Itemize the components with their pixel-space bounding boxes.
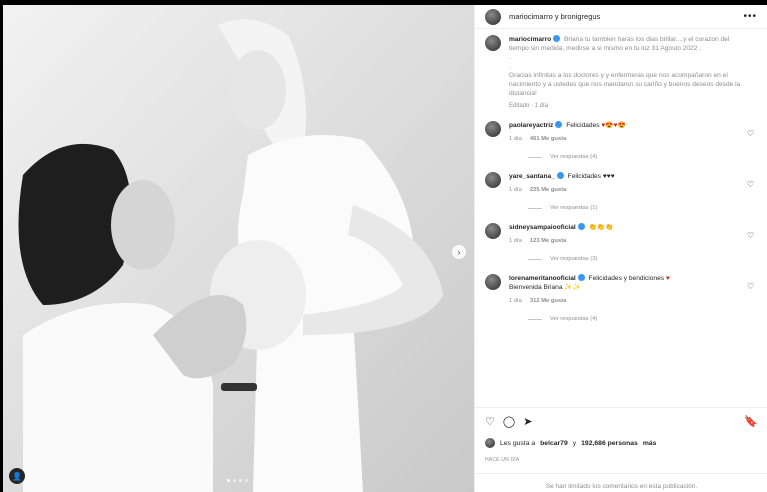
view-replies-button[interactable]: Ver respuestas (1): [528, 205, 754, 211]
post-actions: ♡ ◯ ➤ 🔖: [475, 407, 767, 429]
caption-meta: Editado · 1 día: [509, 103, 549, 109]
verified-badge-icon: [577, 223, 585, 230]
comment-emoji: 👏👏👏: [588, 224, 614, 231]
more-options-icon[interactable]: •••: [743, 11, 757, 22]
post-modal: › 👤 mariocimarro y bronigregus ••• mario…: [3, 5, 767, 492]
like-comment-icon[interactable]: ♡: [747, 180, 754, 189]
caption-dot: .: [509, 54, 511, 61]
comment-username[interactable]: lorenameritanooficial: [509, 275, 576, 282]
comment-emoji: ♥♥♥: [602, 173, 615, 180]
comment-text: Felicidades y bendiciones: [588, 275, 665, 282]
like-comment-icon[interactable]: ♡: [747, 231, 754, 240]
like-comment-icon[interactable]: ♡: [747, 282, 754, 291]
carousel-dot: [239, 479, 242, 482]
comment-emoji: ♥😍♥😍: [601, 122, 626, 129]
comment-username[interactable]: sidneysampaiooficial: [509, 224, 576, 231]
view-replies-label: Ver respuestas (4): [550, 316, 598, 322]
comment-item: yare_santana_ Felicidades ♥♥♥ 1 día 225 …: [485, 172, 754, 195]
comment-text-line-2: Bienvenida Briana ✨✨: [509, 284, 581, 291]
tagged-users-icon[interactable]: 👤: [9, 468, 25, 484]
comment-likes[interactable]: 461 Me gusta: [530, 135, 566, 144]
commenter-avatar[interactable]: [485, 223, 501, 239]
commenter-avatar[interactable]: [485, 172, 501, 188]
comment-time: 1 día: [509, 238, 522, 244]
comment-username[interactable]: paolareyactriz: [509, 122, 553, 129]
screenshot-frame: › 👤 mariocimarro y bronigregus ••• mario…: [0, 0, 767, 492]
comment-text: Felicidades: [566, 122, 600, 129]
carousel-dot: [233, 479, 236, 482]
comments-limited-notice: Se han limitado los comentarios en esta …: [475, 473, 767, 490]
like-icon[interactable]: ♡: [485, 415, 495, 428]
comment-likes[interactable]: 312 Me gusta: [530, 297, 566, 306]
comment-item: sidneysampaiooficial 👏👏👏 1 día 123 Me gu…: [485, 223, 754, 246]
caption-text-2: Gracias infinitas a los doctores y y enf…: [509, 72, 741, 97]
comment-meta: 1 día 461 Me gusta: [509, 135, 729, 144]
likes-count[interactable]: 192,686 personas: [581, 440, 638, 447]
comment-meta: 1 día 225 Me gusta: [509, 186, 729, 195]
comment-time: 1 día: [509, 187, 522, 193]
view-replies-button[interactable]: Ver respuestas (4): [528, 154, 754, 160]
comment-icon[interactable]: ◯: [503, 415, 515, 428]
carousel-dot: [245, 479, 248, 482]
author-avatar[interactable]: [485, 8, 501, 25]
liker-avatar: [485, 438, 495, 448]
photo-illustration: [3, 5, 474, 492]
view-replies-label: Ver respuestas (1): [550, 205, 598, 211]
carousel-dot: [227, 479, 230, 482]
comment-item: lorenameritanooficial Felicidades y bend…: [485, 274, 754, 306]
comment-username[interactable]: yare_santana_: [509, 173, 555, 180]
post-sidebar: mariocimarro y bronigregus ••• mariocima…: [474, 5, 767, 492]
comment-time: 1 día: [509, 298, 522, 304]
man-face: [111, 180, 175, 270]
next-photo-button[interactable]: ›: [452, 245, 466, 259]
likes-suffix: más: [642, 439, 657, 447]
likes-summary: Les gusta a belcar79 y 192,686 personas …: [485, 438, 656, 448]
caption-dot: .: [509, 63, 511, 70]
view-replies-button[interactable]: Ver respuestas (3): [528, 256, 754, 262]
comment-emoji: ♥: [665, 275, 670, 282]
caption-avatar[interactable]: [485, 35, 501, 51]
post-photo: › 👤: [3, 5, 474, 492]
likes-middle: y: [572, 439, 577, 447]
likes-user[interactable]: belcar79: [540, 440, 568, 447]
view-replies-label: Ver respuestas (3): [550, 256, 598, 262]
post-header: mariocimarro y bronigregus •••: [475, 5, 767, 29]
verified-badge-icon: [553, 35, 561, 42]
likes-prefix: Les gusta a: [500, 439, 536, 447]
comment-likes[interactable]: 225 Me gusta: [530, 186, 566, 195]
view-replies-label: Ver respuestas (4): [550, 154, 598, 160]
save-icon[interactable]: 🔖: [744, 415, 758, 428]
comment-time: 1 día: [509, 136, 522, 142]
comments-section: mariocimarro Briana tu tambien harás los…: [475, 35, 767, 322]
view-replies-button[interactable]: Ver respuestas (4): [528, 316, 754, 322]
caption-username[interactable]: mariocimarro: [509, 36, 551, 43]
verified-badge-icon: [556, 172, 564, 179]
post-authors[interactable]: mariocimarro y bronigregus: [509, 12, 600, 21]
man-bracelet: [221, 383, 257, 391]
verified-badge-icon: [555, 121, 563, 128]
comment-meta: 1 día 123 Me gusta: [509, 237, 729, 246]
commenter-avatar[interactable]: [485, 274, 501, 290]
comment-meta: 1 día 312 Me gusta: [509, 297, 729, 306]
comment-item: paolareyactriz Felicidades ♥😍♥😍 1 día 46…: [485, 121, 754, 144]
comment-likes[interactable]: 123 Me gusta: [530, 237, 566, 246]
comment-text: Felicidades: [567, 173, 602, 180]
post-date: HACE UN DÍA: [485, 457, 520, 463]
woman-face: [230, 50, 286, 130]
share-icon[interactable]: ➤: [523, 415, 532, 428]
carousel-dots: [227, 479, 248, 482]
commenter-avatar[interactable]: [485, 121, 501, 137]
verified-badge-icon: [577, 274, 585, 281]
post-caption: mariocimarro Briana tu tambien harás los…: [485, 35, 754, 111]
like-comment-icon[interactable]: ♡: [747, 129, 754, 138]
